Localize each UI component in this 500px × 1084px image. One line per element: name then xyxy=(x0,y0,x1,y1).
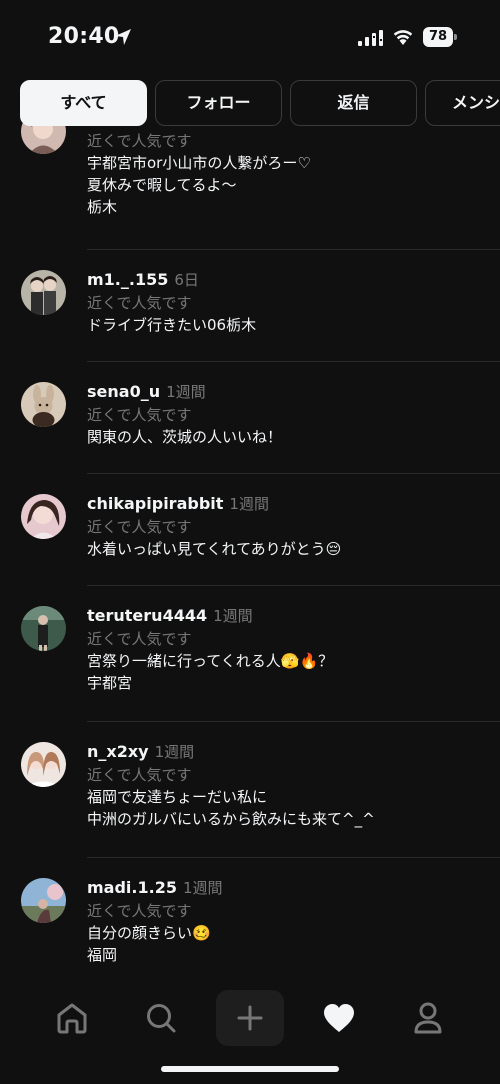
username[interactable]: m1._.155 xyxy=(87,270,168,289)
nav-search[interactable] xyxy=(133,990,189,1046)
heart-icon xyxy=(324,1004,354,1032)
avatar[interactable] xyxy=(21,742,66,787)
location-arrow-icon xyxy=(115,29,131,45)
wifi-icon xyxy=(393,30,413,45)
divider xyxy=(87,361,500,362)
post-line: 夏休みで暇してるよ〜 xyxy=(87,176,237,194)
home-indicator xyxy=(161,1066,339,1072)
avatar[interactable] xyxy=(21,382,66,427)
activity-feed[interactable]: 近くで人気です 宇都宮市or小山市の人繋がろー♡ 夏休みで暇してるよ〜 栃木 m… xyxy=(0,74,500,974)
post-time: 1週間 xyxy=(182,879,223,897)
battery-level: 78 xyxy=(423,27,453,47)
post-line: 宇都宮 xyxy=(87,674,133,692)
status-bar: 20:40 78 xyxy=(0,0,500,74)
battery-tip xyxy=(454,34,457,40)
avatar[interactable] xyxy=(21,878,66,923)
plus-icon xyxy=(237,1005,263,1031)
subtitle: 近くで人気です xyxy=(87,766,192,784)
post-line: 関東の人、茨城の人いいね！ xyxy=(87,428,283,446)
post-time: 1週間 xyxy=(166,383,206,401)
subtitle: 近くで人気です xyxy=(87,294,192,312)
divider xyxy=(87,473,500,474)
username[interactable]: madi.1.25 xyxy=(87,878,177,897)
username[interactable]: n_x2xy xyxy=(87,742,149,761)
divider xyxy=(87,857,500,858)
post-time: 1週間 xyxy=(229,495,269,513)
subtitle: 近くで人気です xyxy=(87,902,192,920)
post-line: 福岡で友達ちょーだい私に xyxy=(87,788,268,806)
post-line: ドライブ行きたい06栃木 xyxy=(87,316,257,334)
post-line: 福岡 xyxy=(87,946,118,964)
tab-all[interactable]: すべて xyxy=(20,80,147,126)
status-time: 20:40 xyxy=(48,24,120,49)
filter-tabs: すべて フォロー 返信 メンション xyxy=(0,80,500,126)
bottom-nav xyxy=(0,974,500,1084)
username[interactable]: chikapipirabbit xyxy=(87,494,223,513)
divider xyxy=(87,721,500,722)
username[interactable]: teruteru4444 xyxy=(87,606,207,625)
post-time: 1週間 xyxy=(154,743,195,761)
post-line: 中洲のガルバにいるから飲みにも来て^_^ xyxy=(87,810,375,828)
post-line: 栃木 xyxy=(87,198,118,216)
app-screen: 20:40 78 近くで人気です 宇都宮市or小山市の人繋がろー♡ 夏休みで暇し… xyxy=(0,0,500,1084)
avatar[interactable] xyxy=(21,270,66,315)
tab-following[interactable]: フォロー xyxy=(155,80,282,126)
post-time: 6日 xyxy=(174,271,199,289)
battery-indicator: 78 xyxy=(423,27,457,47)
post-line: 宇都宮市or小山市の人繋がろー♡ xyxy=(87,154,311,172)
post-line: 自分の顔きらい🥴 xyxy=(87,924,211,942)
subtitle: 近くで人気です xyxy=(87,132,192,150)
subtitle: 近くで人気です xyxy=(87,630,192,648)
avatar[interactable] xyxy=(21,606,66,651)
nav-profile[interactable] xyxy=(400,990,456,1046)
subtitle: 近くで人気です xyxy=(87,406,192,424)
search-icon xyxy=(147,1004,176,1033)
avatar[interactable] xyxy=(21,494,66,539)
cellular-signal-icon xyxy=(358,30,383,46)
username[interactable]: sena0_u xyxy=(87,382,160,401)
post-line: 水着いっぱい見てくれてありがとう😔 xyxy=(87,540,342,558)
post-line: 宮祭り一緒に行ってくれる人🫣🔥？ xyxy=(87,652,334,670)
profile-icon xyxy=(414,1002,442,1034)
subtitle: 近くで人気です xyxy=(87,518,192,536)
nav-home[interactable] xyxy=(44,990,100,1046)
post-time: 1週間 xyxy=(213,607,253,625)
nav-activity[interactable] xyxy=(311,990,367,1046)
divider xyxy=(87,585,500,586)
tab-replies[interactable]: 返信 xyxy=(290,80,417,126)
nav-compose[interactable] xyxy=(216,990,284,1046)
divider xyxy=(87,249,500,250)
tab-mentions[interactable]: メンション xyxy=(425,80,500,126)
home-icon xyxy=(57,1003,87,1034)
